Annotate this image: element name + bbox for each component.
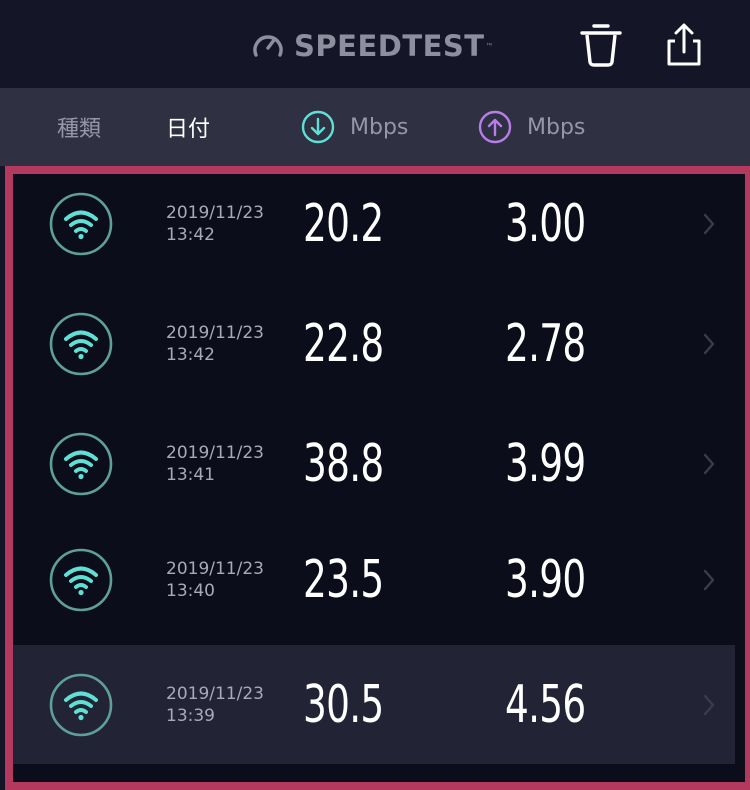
wifi-icon bbox=[49, 432, 113, 496]
column-upload[interactable]: Mbps bbox=[478, 88, 585, 166]
result-row[interactable]: 2019/11/23 13:39 30.5 4.56 bbox=[13, 645, 735, 764]
result-time: 13:42 bbox=[166, 345, 215, 365]
wifi-icon bbox=[49, 312, 113, 376]
result-time: 13:42 bbox=[166, 225, 215, 245]
results-list: 2019/11/23 13:42 20.2 3.00 2019/11/23 13… bbox=[13, 174, 735, 764]
result-time: 13:39 bbox=[166, 706, 215, 726]
result-row[interactable]: 2019/11/23 13:40 23.5 3.90 bbox=[13, 534, 735, 645]
trademark-mark: ™ bbox=[485, 41, 494, 51]
result-row[interactable]: 2019/11/23 13:41 38.8 3.99 bbox=[13, 414, 735, 534]
chevron-right-icon bbox=[703, 694, 715, 716]
wifi-icon bbox=[49, 673, 113, 737]
column-upload-label: Mbps bbox=[527, 114, 586, 140]
column-header: 種類 日付 Mbps Mbps bbox=[0, 88, 750, 166]
wifi-icon bbox=[49, 192, 113, 256]
trash-icon bbox=[580, 24, 622, 67]
download-speed: 22.8 bbox=[303, 314, 384, 374]
result-datetime: 2019/11/23 13:40 bbox=[166, 558, 264, 602]
arrow-down-circle-icon bbox=[301, 110, 335, 144]
column-date[interactable]: 日付 bbox=[166, 88, 210, 166]
arrow-up-circle-icon bbox=[478, 110, 512, 144]
download-speed: 23.5 bbox=[303, 549, 384, 610]
result-date: 2019/11/23 bbox=[166, 323, 264, 343]
result-date: 2019/11/23 bbox=[166, 203, 264, 223]
result-datetime: 2019/11/23 13:39 bbox=[166, 683, 264, 727]
column-download[interactable]: Mbps bbox=[301, 88, 408, 166]
result-date: 2019/11/23 bbox=[166, 443, 264, 463]
column-type[interactable]: 種類 bbox=[57, 88, 101, 166]
result-date: 2019/11/23 bbox=[166, 558, 264, 579]
chevron-right-icon bbox=[703, 333, 715, 355]
upload-speed: 3.00 bbox=[505, 194, 586, 254]
speedometer-icon bbox=[253, 35, 283, 57]
result-datetime: 2019/11/23 13:42 bbox=[166, 322, 264, 366]
download-speed: 20.2 bbox=[303, 194, 384, 254]
chevron-right-icon bbox=[703, 453, 715, 475]
result-datetime: 2019/11/23 13:41 bbox=[166, 442, 264, 486]
result-date: 2019/11/23 bbox=[166, 684, 264, 704]
result-time: 13:41 bbox=[166, 465, 215, 485]
result-datetime: 2019/11/23 13:42 bbox=[166, 202, 264, 246]
chevron-right-icon bbox=[703, 213, 715, 235]
upload-speed: 4.56 bbox=[505, 675, 586, 735]
result-row[interactable]: 2019/11/23 13:42 22.8 2.78 bbox=[13, 294, 735, 414]
share-icon bbox=[667, 23, 701, 66]
share-button[interactable] bbox=[663, 22, 705, 68]
result-row[interactable]: 2019/11/23 13:42 20.2 3.00 bbox=[13, 174, 735, 294]
speedtest-logo: SPEEDTEST ™ bbox=[250, 27, 494, 65]
app-title: SPEEDTEST bbox=[294, 29, 485, 63]
download-speed: 30.5 bbox=[303, 675, 384, 735]
delete-button[interactable] bbox=[578, 20, 624, 70]
upload-speed: 3.90 bbox=[505, 549, 586, 610]
upload-speed: 3.99 bbox=[505, 434, 586, 494]
column-download-label: Mbps bbox=[350, 114, 409, 140]
result-time: 13:40 bbox=[166, 580, 215, 601]
top-bar: SPEEDTEST ™ bbox=[0, 0, 750, 88]
wifi-icon bbox=[49, 548, 113, 611]
upload-speed: 2.78 bbox=[505, 314, 586, 374]
download-speed: 38.8 bbox=[303, 434, 384, 494]
chevron-right-icon bbox=[703, 569, 715, 590]
